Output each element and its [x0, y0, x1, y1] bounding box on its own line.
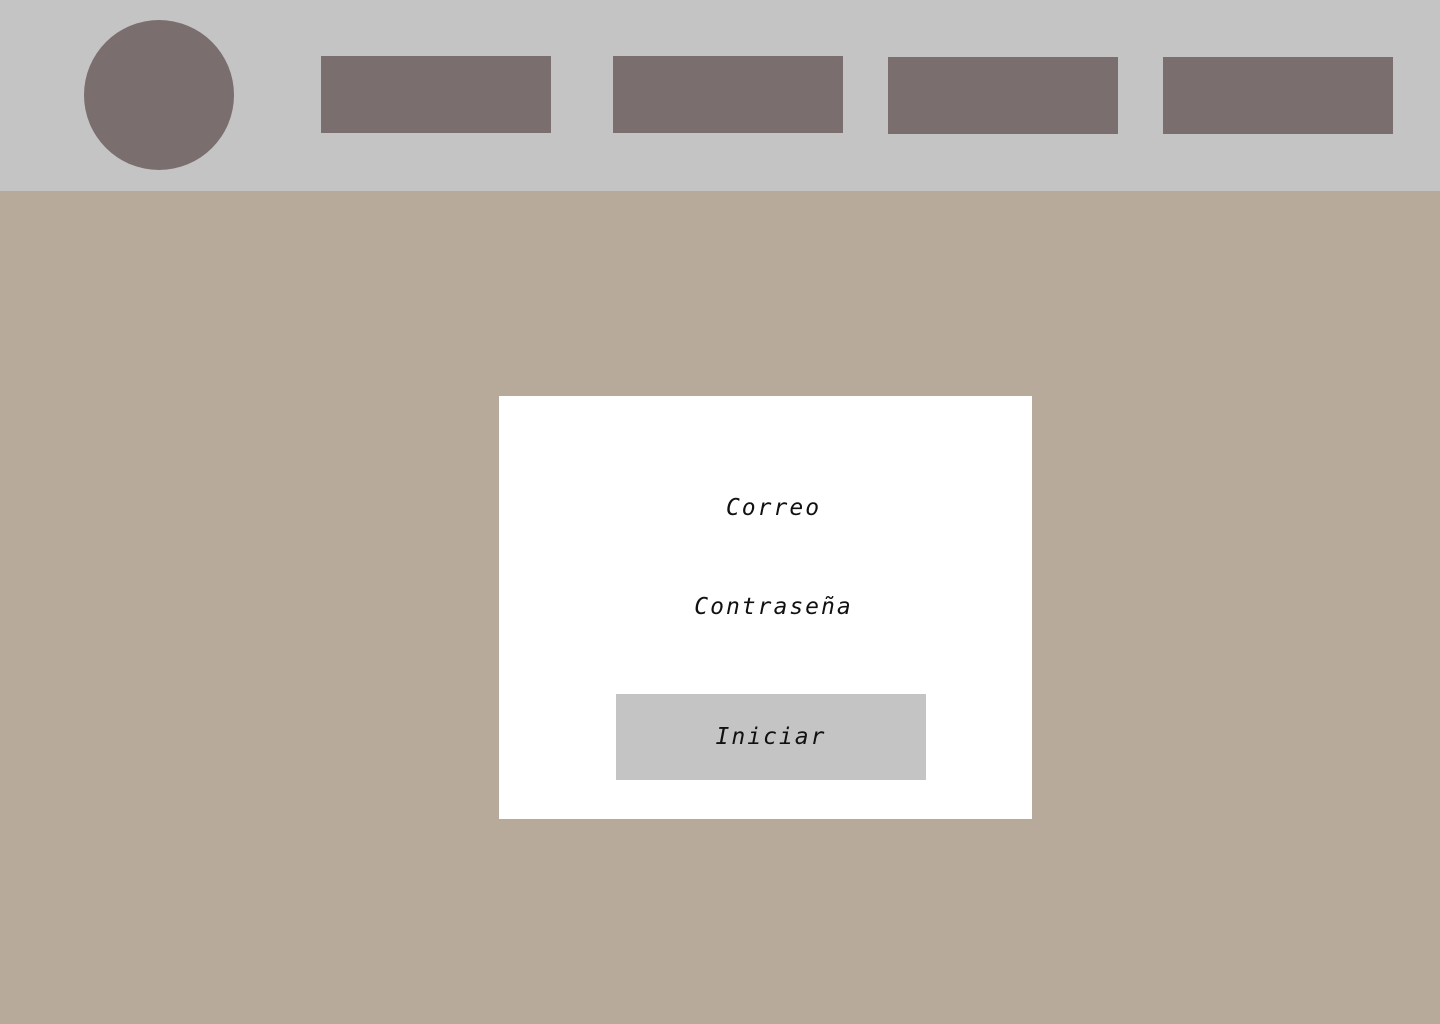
- logo-placeholder[interactable]: [84, 20, 234, 170]
- top-navigation-bar: [0, 0, 1440, 191]
- login-card: Correo Contraseña Iniciar: [499, 396, 1032, 819]
- nav-item-4[interactable]: [1163, 57, 1393, 134]
- email-field[interactable]: Correo: [507, 493, 1040, 523]
- nav-item-1[interactable]: [321, 56, 551, 133]
- password-field[interactable]: Contraseña: [507, 592, 1040, 622]
- nav-item-2[interactable]: [613, 56, 843, 133]
- nav-item-3[interactable]: [888, 57, 1118, 134]
- login-button[interactable]: Iniciar: [616, 694, 926, 780]
